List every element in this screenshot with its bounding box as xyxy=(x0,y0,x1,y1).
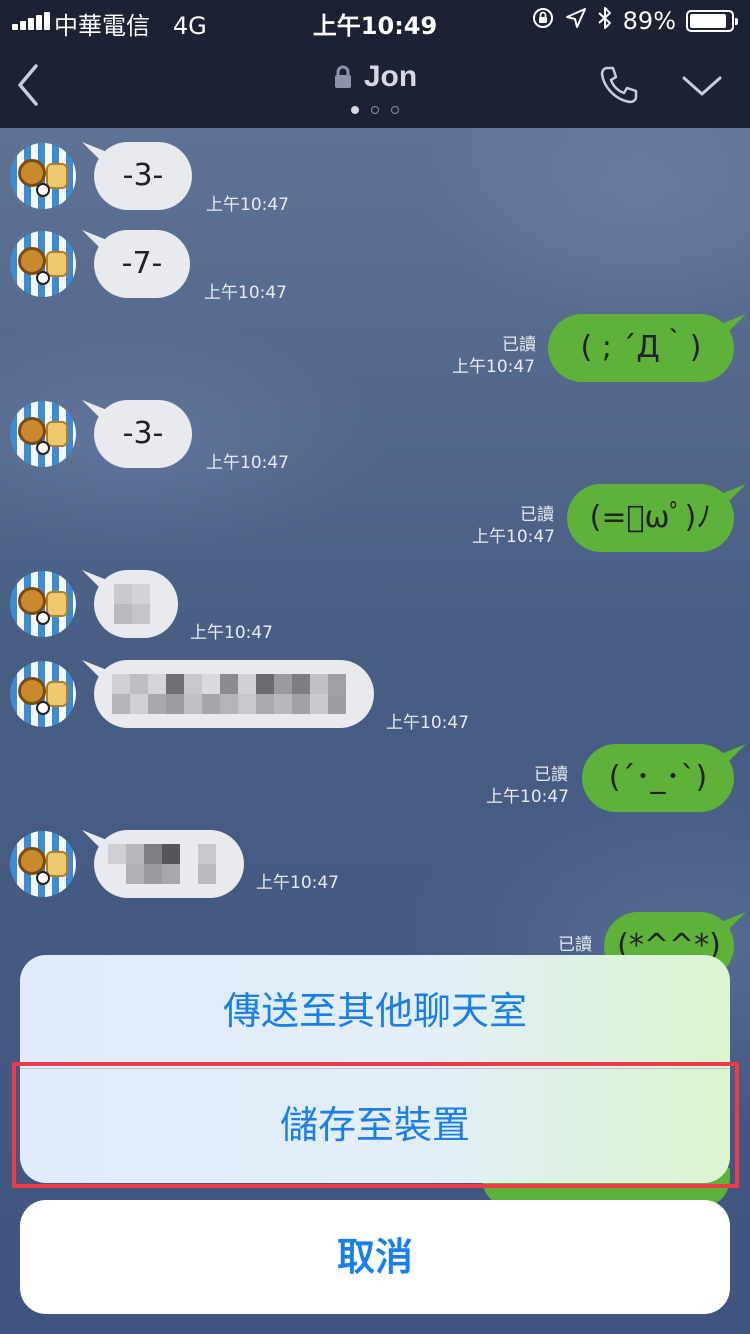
message-incoming[interactable]: 上午10:47 xyxy=(0,828,750,900)
battery-level xyxy=(690,13,726,28)
message-bubble[interactable]: ( ; ´Д｀) xyxy=(548,314,734,382)
message-bubble-pixelated[interactable] xyxy=(94,570,178,638)
chat-title: Jon xyxy=(363,60,418,93)
message-incoming[interactable]: 上午10:47 xyxy=(0,568,750,643)
message-bubble[interactable]: -7- xyxy=(94,230,190,298)
cancel-button[interactable]: 取消 xyxy=(20,1200,730,1314)
page-dot xyxy=(391,106,399,114)
message-incoming[interactable]: -3- 上午10:47 xyxy=(0,398,750,473)
chevron-down-icon[interactable] xyxy=(680,72,724,100)
location-arrow-icon xyxy=(565,7,587,34)
read-receipt: 已讀 xyxy=(558,935,592,955)
status-bar: 中華電信 4G 上午10:49 89% xyxy=(0,0,750,42)
pixelated-content xyxy=(114,584,150,624)
pixelated-content xyxy=(108,844,216,884)
message-incoming[interactable]: 上午10:47 xyxy=(0,658,750,733)
message-time: 上午10:47 xyxy=(206,453,289,473)
message-bubble-pixelated[interactable] xyxy=(94,660,374,728)
avatar[interactable] xyxy=(10,661,76,727)
avatar[interactable] xyxy=(10,401,76,467)
message-bubble[interactable]: (´･_･`) xyxy=(582,744,734,812)
bluetooth-icon xyxy=(597,6,613,35)
battery-percent: 89% xyxy=(622,6,676,35)
pixelated-content xyxy=(112,674,346,714)
status-right-group: 89% xyxy=(531,6,738,35)
avatar[interactable] xyxy=(10,831,76,897)
send-to-other-chats-button[interactable]: 傳送至其他聊天室 xyxy=(20,955,730,1068)
message-time: 上午10:47 xyxy=(206,195,289,215)
message-time: 上午10:47 xyxy=(204,283,287,303)
message-outgoing[interactable]: 已讀 上午10:47 (´･_･`) xyxy=(0,742,750,814)
message-bubble[interactable]: -3- xyxy=(94,142,192,210)
top-bar: 中華電信 4G 上午10:49 89% Jon xyxy=(0,0,750,128)
message-bubble[interactable]: (=ﾟωﾟ)ﾉ xyxy=(567,484,734,552)
message-time: 上午10:47 xyxy=(190,623,273,643)
highlight-box xyxy=(12,1062,739,1188)
message-incoming[interactable]: -3- 上午10:47 xyxy=(0,140,750,215)
page-dot xyxy=(371,106,379,114)
message-time: 上午10:47 xyxy=(486,787,569,807)
message-outgoing[interactable]: 已讀 上午10:47 (=ﾟωﾟ)ﾉ xyxy=(0,482,750,554)
battery-icon xyxy=(686,9,738,32)
phone-icon[interactable] xyxy=(598,64,640,106)
message-time: 上午10:47 xyxy=(452,357,535,377)
avatar[interactable] xyxy=(10,571,76,637)
message-outgoing[interactable]: 已讀 上午10:47 ( ; ´Д｀) xyxy=(0,312,750,384)
message-bubble[interactable]: -3- xyxy=(94,400,192,468)
message-time: 上午10:47 xyxy=(256,873,339,893)
avatar[interactable] xyxy=(10,231,76,297)
orientation-lock-icon xyxy=(531,6,555,35)
page-dot xyxy=(351,106,359,114)
chat-header: Jon xyxy=(0,42,750,128)
message-incoming[interactable]: -7- 上午10:47 xyxy=(0,228,750,303)
avatar[interactable] xyxy=(10,143,76,209)
message-time: 上午10:47 xyxy=(472,527,555,547)
message-time: 上午10:47 xyxy=(386,713,469,733)
lock-icon xyxy=(334,65,351,88)
message-bubble-pixelated[interactable] xyxy=(94,830,244,898)
page-indicator xyxy=(0,106,750,114)
